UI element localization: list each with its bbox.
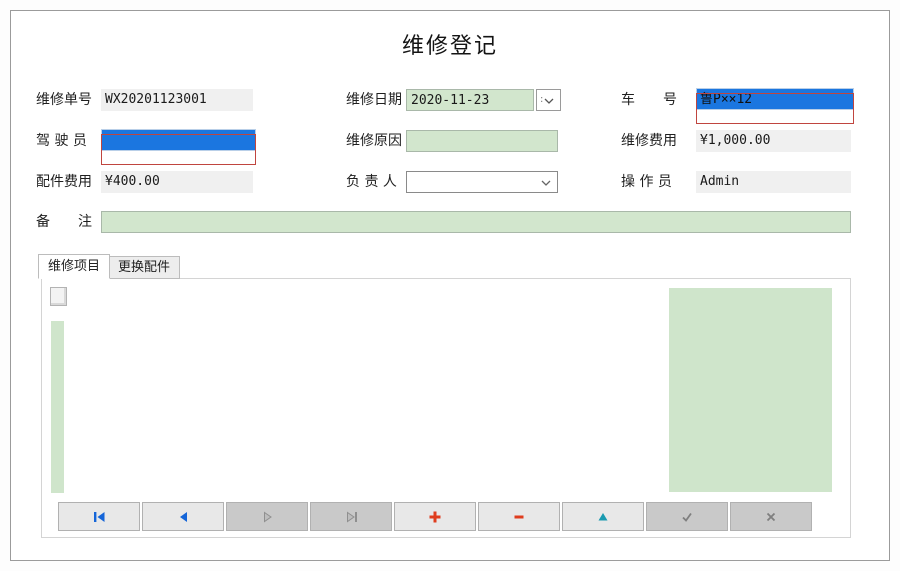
repair-reason-field[interactable] [406, 130, 558, 152]
x-icon [764, 510, 778, 524]
repair-date-dropdown-button[interactable]: : [536, 89, 561, 111]
repair-date-label: 维修日期 [346, 89, 402, 111]
order-no-label: 维修单号 [36, 89, 92, 111]
repair-cost-field: ¥1,000.00 [696, 130, 851, 152]
check-icon [680, 510, 694, 524]
remarks-field[interactable] [101, 211, 851, 233]
grid-indicator-column [51, 321, 64, 493]
vehicle-no-required-outline [696, 93, 854, 124]
repair-cost-label: 维修费用 [621, 130, 677, 152]
repair-reason-label: 维修原因 [346, 130, 402, 152]
tab-replaced-parts[interactable]: 更换配件 [108, 256, 180, 279]
grid-indicator-header [50, 287, 67, 306]
tab-repair-items[interactable]: 维修项目 [38, 254, 110, 279]
manager-label: 负 责 人 [346, 171, 397, 193]
operator-label: 操 作 员 [621, 171, 672, 193]
repair-date-field[interactable]: 2020-11-23 [406, 89, 534, 111]
order-no-field: WX20201123001 [101, 89, 253, 111]
repair-date-picker[interactable]: 2020-11-23 : [406, 89, 561, 111]
chevron-down-icon [541, 180, 551, 186]
repair-registration-window: 维修登记 维修单号 WX20201123001 维修日期 2020-11-23 … [10, 10, 890, 561]
nav-cancel-button[interactable] [730, 502, 812, 531]
manager-combobox[interactable] [406, 171, 558, 193]
last-record-icon [344, 510, 359, 524]
nav-last-button[interactable] [310, 502, 392, 531]
operator-field: Admin [696, 171, 851, 193]
nav-prior-button[interactable] [142, 502, 224, 531]
db-navigator [58, 502, 812, 531]
nav-next-button[interactable] [226, 502, 308, 531]
splitter-dots-icon: : [540, 93, 543, 107]
triangle-up-icon [596, 510, 610, 524]
page-title: 维修登记 [11, 28, 889, 60]
driver-required-outline [101, 134, 256, 165]
driver-label: 驾 驶 员 [36, 130, 87, 152]
nav-first-button[interactable] [58, 502, 140, 531]
minus-icon [512, 510, 526, 524]
vehicle-no-combobox[interactable]: 鲁P××12 [696, 88, 854, 125]
parts-cost-label: 配件费用 [36, 171, 92, 193]
plus-icon [428, 510, 442, 524]
chevron-down-icon [544, 98, 554, 104]
parts-cost-field: ¥400.00 [101, 171, 253, 193]
nav-delete-button[interactable] [478, 502, 560, 531]
driver-combobox[interactable] [101, 129, 256, 166]
nav-insert-button[interactable] [394, 502, 476, 531]
nav-edit-button[interactable] [562, 502, 644, 531]
grid-memo-column [669, 288, 832, 492]
first-record-icon [92, 510, 107, 524]
prior-record-icon [176, 510, 191, 524]
remarks-label: 备 注 [36, 211, 92, 233]
repair-items-grid[interactable] [41, 278, 851, 538]
vehicle-no-label: 车 号 [621, 89, 677, 111]
nav-post-button[interactable] [646, 502, 728, 531]
next-record-icon [260, 510, 275, 524]
